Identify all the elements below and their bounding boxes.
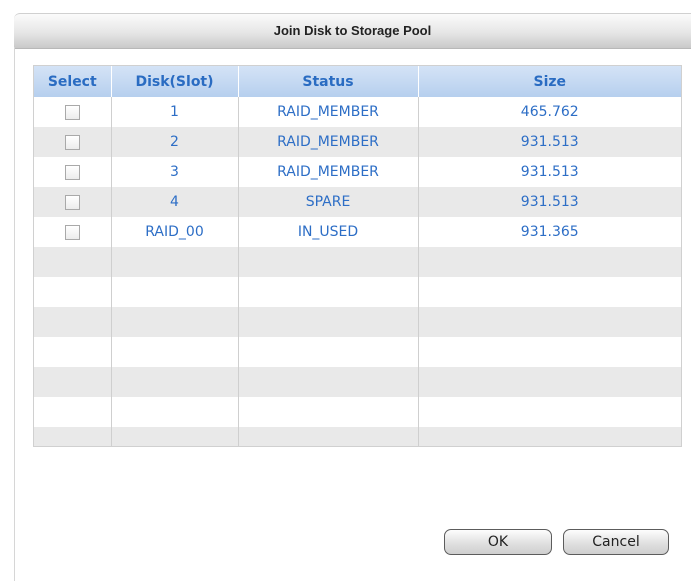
size-cell: 931.365 xyxy=(520,224,579,240)
select-checkbox[interactable] xyxy=(64,164,80,180)
cancel-button[interactable]: Cancel xyxy=(563,529,669,555)
disk-slot-cell: RAID_00 xyxy=(111,217,239,247)
select-checkbox[interactable] xyxy=(64,224,80,240)
select-cell xyxy=(34,97,112,127)
column-header-select[interactable]: Select xyxy=(34,66,112,97)
size-cell: 931.513 xyxy=(418,127,681,157)
status-cell: RAID_MEMBER xyxy=(238,97,419,127)
status-cell: IN_USED xyxy=(238,217,419,247)
empty-row xyxy=(34,367,681,397)
disk-table: Select Disk(Slot) Status Size 1 RAID_MEM… xyxy=(34,66,681,446)
empty-row xyxy=(34,307,681,337)
dialog-border xyxy=(14,47,15,581)
column-header-size[interactable]: Size xyxy=(418,66,681,97)
size-cell: 931.513 xyxy=(418,187,681,217)
select-checkbox[interactable] xyxy=(64,104,80,120)
select-cell xyxy=(34,157,112,187)
table-row[interactable]: 2 RAID_MEMBER 931.513 xyxy=(34,127,681,157)
status-cell: SPARE xyxy=(238,187,419,217)
dialog-title: Join Disk to Storage Pool xyxy=(14,13,691,49)
empty-row xyxy=(34,397,681,427)
select-cell xyxy=(34,217,112,247)
empty-row xyxy=(34,427,681,446)
disk-slot-cell: 4 xyxy=(111,187,239,217)
status-cell: RAID_MEMBER xyxy=(238,157,419,187)
column-header-disk-slot[interactable]: Disk(Slot) xyxy=(111,66,239,97)
size-cell: 465.762 xyxy=(520,104,579,120)
table-header-row: Select Disk(Slot) Status Size xyxy=(34,66,681,97)
disk-slot-cell: 1 xyxy=(111,97,239,127)
disk-grid: Select Disk(Slot) Status Size 1 RAID_MEM… xyxy=(33,65,682,447)
table-row[interactable]: RAID_00 IN_USED 931.365 xyxy=(34,217,681,247)
table-row[interactable]: 4 SPARE 931.513 xyxy=(34,187,681,217)
disk-slot-cell: 2 xyxy=(111,127,239,157)
select-checkbox[interactable] xyxy=(64,194,80,210)
empty-row xyxy=(34,277,681,307)
select-checkbox[interactable] xyxy=(64,134,80,150)
empty-row xyxy=(34,337,681,367)
empty-row xyxy=(34,247,681,277)
ok-button[interactable]: OK xyxy=(444,529,552,555)
status-cell: RAID_MEMBER xyxy=(238,127,419,157)
size-cell: 931.513 xyxy=(520,164,579,180)
column-header-status[interactable]: Status xyxy=(238,66,419,97)
table-row[interactable]: 3 RAID_MEMBER 931.513 xyxy=(34,157,681,187)
disk-slot-cell: 3 xyxy=(111,157,239,187)
table-row[interactable]: 1 RAID_MEMBER 465.762 xyxy=(34,97,681,127)
select-cell xyxy=(34,187,112,217)
join-disk-dialog: Join Disk to Storage Pool Select Disk(Sl… xyxy=(0,0,691,581)
select-cell xyxy=(34,127,112,157)
